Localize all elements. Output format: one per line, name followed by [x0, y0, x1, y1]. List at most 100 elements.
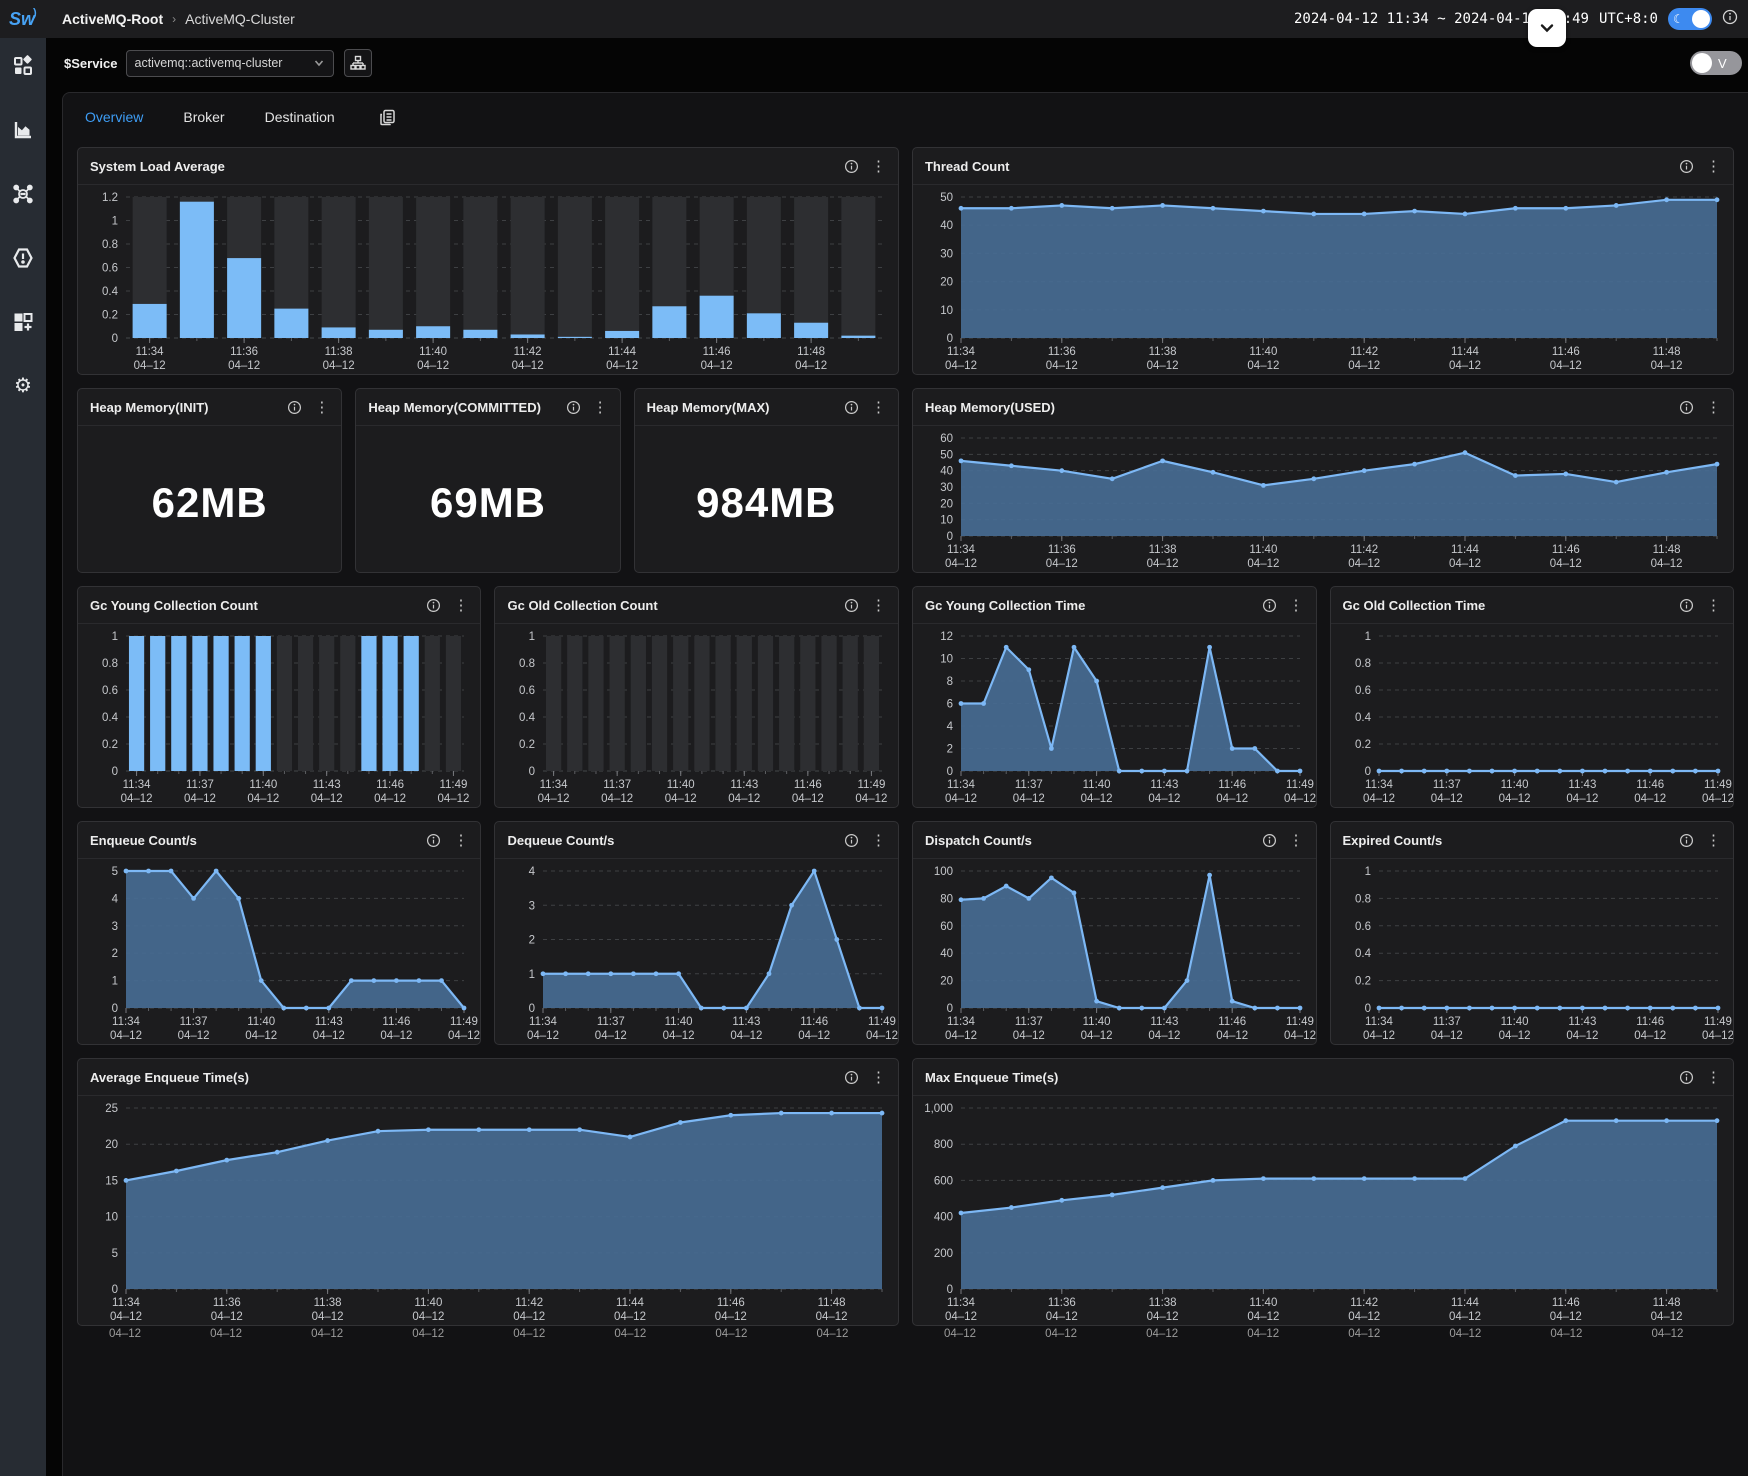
data-point[interactable] — [1362, 1176, 1367, 1181]
data-point[interactable] — [1230, 999, 1235, 1004]
data-point[interactable] — [1094, 679, 1099, 684]
data-point[interactable] — [1715, 1118, 1720, 1123]
data-point[interactable] — [1463, 212, 1468, 217]
chart-canvas[interactable]: 02004006008001,00011:3404–1211:3604–1211… — [913, 1096, 1733, 1325]
breadcrumb-root[interactable]: ActiveMQ-Root — [62, 11, 163, 27]
sidebar-item-alerting[interactable] — [11, 246, 35, 270]
data-point[interactable] — [1207, 873, 1212, 878]
bar-value[interactable] — [213, 636, 228, 771]
bar-value[interactable] — [511, 334, 545, 338]
data-point[interactable] — [275, 1150, 280, 1155]
data-point[interactable] — [1421, 1006, 1426, 1011]
panel-menu-icon[interactable]: ⋮ — [314, 400, 329, 415]
panel-info-icon[interactable] — [426, 598, 441, 613]
data-point[interactable] — [417, 978, 422, 983]
data-point[interactable] — [1489, 1006, 1494, 1011]
data-point[interactable] — [880, 1111, 885, 1116]
panel-info-icon[interactable] — [844, 833, 859, 848]
data-point[interactable] — [790, 903, 795, 908]
bar-value[interactable] — [171, 636, 186, 771]
data-point[interactable] — [728, 1113, 733, 1118]
data-point[interactable] — [1580, 769, 1585, 774]
data-point[interactable] — [1664, 470, 1669, 475]
data-point[interactable] — [1004, 645, 1009, 650]
data-point[interactable] — [959, 206, 964, 211]
panel-info-icon[interactable] — [1679, 833, 1694, 848]
data-point[interactable] — [1376, 769, 1381, 774]
data-point[interactable] — [1162, 769, 1167, 774]
panel-info-icon[interactable] — [844, 159, 859, 174]
data-point[interactable] — [1693, 1006, 1698, 1011]
panel-info-icon[interactable] — [1679, 159, 1694, 174]
panel-info-icon[interactable] — [1679, 598, 1694, 613]
data-point[interactable] — [1580, 1006, 1585, 1011]
data-point[interactable] — [1463, 1176, 1468, 1181]
data-point[interactable] — [1534, 1006, 1539, 1011]
bar-value[interactable] — [605, 331, 639, 338]
data-point[interactable] — [1399, 1006, 1404, 1011]
skywalking-logo[interactable]: Sw) — [9, 7, 37, 30]
panel-menu-icon[interactable]: ⋮ — [453, 833, 468, 848]
data-point[interactable] — [325, 1138, 330, 1143]
chart-canvas[interactable]: 051015202511:3404–1211:3604–1211:3804–12… — [78, 1096, 898, 1325]
data-point[interactable] — [1298, 769, 1303, 774]
data-point[interactable] — [1625, 1006, 1630, 1011]
chart-canvas[interactable]: 00.20.40.60.8111:3404–1211:3704–1211:400… — [1331, 624, 1734, 807]
chart-canvas[interactable]: 00.20.40.60.8111:3404–1211:3704–1211:400… — [1331, 859, 1734, 1044]
data-point[interactable] — [1557, 769, 1562, 774]
data-point[interactable] — [1160, 203, 1165, 208]
tab-overview[interactable]: Overview — [85, 109, 143, 125]
data-point[interactable] — [654, 971, 659, 976]
data-point[interactable] — [1412, 462, 1417, 467]
service-select[interactable]: activemq::activemq-cluster — [126, 50, 334, 77]
data-point[interactable] — [1185, 978, 1190, 983]
data-point[interactable] — [224, 1158, 229, 1163]
bar-value[interactable] — [133, 304, 167, 338]
bar-value[interactable] — [274, 309, 308, 338]
data-point[interactable] — [1009, 463, 1014, 468]
data-point[interactable] — [1513, 1144, 1518, 1149]
data-point[interactable] — [857, 1006, 862, 1011]
data-point[interactable] — [1602, 1006, 1607, 1011]
data-point[interactable] — [1059, 203, 1064, 208]
data-point[interactable] — [835, 937, 840, 942]
chart-canvas[interactable]: 0102030405011:3404–1211:3604–1211:3804–1… — [913, 185, 1733, 374]
bar-value[interactable] — [382, 636, 397, 771]
data-point[interactable] — [1664, 197, 1669, 202]
data-point[interactable] — [1211, 1178, 1216, 1183]
chart-canvas[interactable]: 02468101211:3404–1211:3704–1211:4004–121… — [913, 624, 1316, 807]
data-point[interactable] — [1185, 769, 1190, 774]
data-point[interactable] — [1362, 212, 1367, 217]
data-point[interactable] — [1563, 206, 1568, 211]
data-point[interactable] — [1512, 769, 1517, 774]
data-point[interactable] — [326, 1006, 331, 1011]
sidebar-item-metrics-chart[interactable] — [11, 118, 35, 142]
data-point[interactable] — [1715, 1006, 1720, 1011]
data-point[interactable] — [1412, 209, 1417, 214]
data-point[interactable] — [1004, 884, 1009, 889]
bar-value[interactable] — [463, 330, 497, 338]
data-point[interactable] — [1139, 1006, 1144, 1011]
panel-info-icon[interactable] — [1679, 400, 1694, 415]
data-point[interactable] — [1463, 450, 1468, 455]
data-point[interactable] — [281, 1006, 286, 1011]
data-point[interactable] — [1444, 769, 1449, 774]
bar-value[interactable] — [192, 636, 207, 771]
data-point[interactable] — [1563, 1118, 1568, 1123]
bar-value[interactable] — [841, 336, 875, 338]
sidebar-item-topology[interactable] — [11, 182, 35, 206]
bar-value[interactable] — [794, 323, 828, 338]
dark-mode-toggle[interactable]: ☾ — [1668, 8, 1712, 30]
data-point[interactable] — [1362, 468, 1367, 473]
data-point[interactable] — [829, 1111, 834, 1116]
data-point[interactable] — [1261, 209, 1266, 214]
data-point[interactable] — [1211, 206, 1216, 211]
data-point[interactable] — [959, 1211, 964, 1216]
data-point[interactable] — [1117, 769, 1122, 774]
data-point[interactable] — [959, 701, 964, 706]
data-point[interactable] — [1664, 1118, 1669, 1123]
data-point[interactable] — [236, 896, 241, 901]
data-point[interactable] — [1512, 1006, 1517, 1011]
bar-value[interactable] — [700, 296, 734, 338]
data-point[interactable] — [1252, 746, 1257, 751]
